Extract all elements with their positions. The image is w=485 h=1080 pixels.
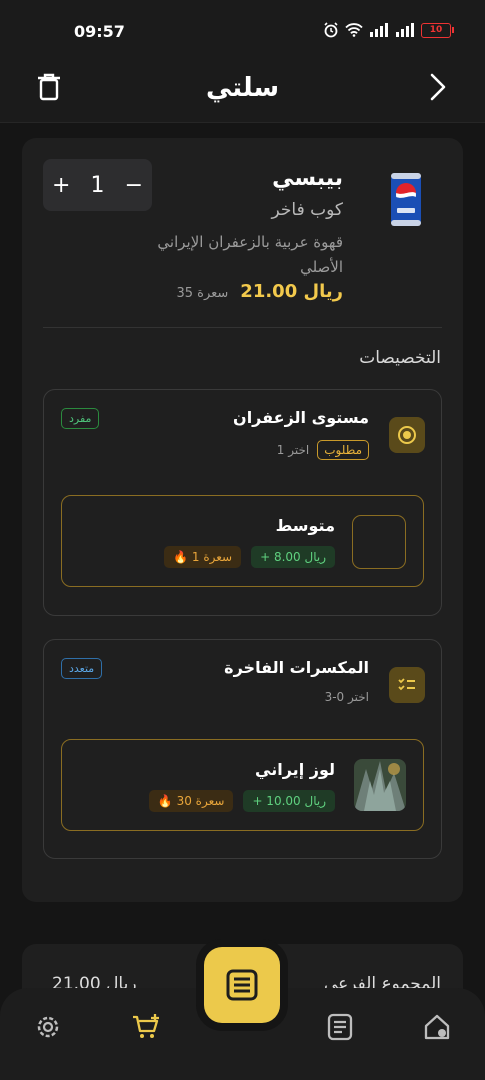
status-time: 09:57: [74, 22, 125, 41]
multi-badge: متعدد: [61, 658, 103, 679]
choose-count: اختر 0-3: [324, 690, 369, 704]
flame-icon: 🔥: [157, 794, 177, 808]
app-header: سلتي: [0, 60, 485, 123]
choose-count: اختر 1: [276, 443, 310, 457]
customizations-title: التخصيصات: [359, 348, 441, 368]
increase-button[interactable]: +: [51, 173, 71, 198]
option-calories: 🔥 30 سعرة: [148, 790, 234, 812]
divider: [43, 327, 442, 328]
cart-plus-icon[interactable]: [131, 1012, 161, 1042]
customization-group-nuts: المكسرات الفاخرة اختر 0-3 متعدد لوز إيرا…: [43, 639, 442, 859]
product-image: [391, 173, 421, 226]
single-badge: مفرد: [61, 408, 100, 429]
menu-icon: [226, 969, 258, 1001]
gear-icon[interactable]: [33, 1012, 63, 1042]
option-calories: 🔥 1 سعرة: [164, 546, 242, 568]
option-chips: + 10.00 ريال 🔥 30 سعرة: [148, 790, 335, 812]
signal-icon-2: [396, 23, 414, 37]
checklist-icon: [389, 667, 425, 703]
group-meta: اختر 0-3: [325, 690, 369, 704]
product-name: بيبسي: [272, 166, 343, 191]
page-title: سلتي: [205, 73, 280, 103]
customization-group-saffron: مستوى الزعفران مطلوب اختر 1 مفرد متوسط +…: [43, 389, 442, 616]
option-select-box[interactable]: [352, 515, 406, 569]
cart-item-card: + 1 − بيبسي كوب فاخر قهوة عربية بالزعفرا…: [22, 138, 463, 902]
option-price: + 10.00 ريال: [243, 790, 335, 812]
alarm-icon: [324, 22, 338, 38]
battery-icon: 10: [421, 22, 454, 38]
quantity-value: 1: [90, 172, 105, 198]
price-row: 21.00 ريال 35 سعرة: [176, 281, 343, 302]
product-subtitle: كوب فاخر: [271, 200, 343, 220]
flame-icon: 🔥: [173, 550, 192, 564]
group-title: المكسرات الفاخرة: [224, 658, 369, 677]
wifi-icon: [345, 23, 363, 37]
option-card-medium[interactable]: متوسط + 8.00 ريال 🔥 1 سعرة: [61, 495, 424, 587]
option-image: [354, 759, 406, 811]
option-name: لوز إيراني: [255, 760, 335, 779]
checklist-icon[interactable]: [325, 1012, 355, 1042]
product-calories: 35 سعرة: [176, 286, 229, 301]
status-bar: 09:57 10: [0, 0, 485, 60]
product-price: 21.00 ريال: [240, 281, 343, 302]
option-card-almond[interactable]: لوز إيراني + 10.00 ريال 🔥 30 سعرة: [61, 739, 424, 831]
menu-fab-button[interactable]: [204, 947, 280, 1023]
status-icons: 10: [323, 22, 454, 38]
chevron-right-icon[interactable]: [429, 72, 447, 102]
home-icon[interactable]: [422, 1012, 452, 1042]
required-badge: مطلوب: [317, 440, 369, 460]
decrease-button[interactable]: −: [124, 173, 144, 198]
quantity-stepper: + 1 −: [43, 159, 152, 211]
product-description: قهوة عربية بالزعفران الإيراني الأصلي: [157, 233, 343, 276]
group-title: مستوى الزعفران: [233, 408, 369, 427]
group-meta: مطلوب اختر 1: [277, 440, 369, 460]
radio-icon: [389, 417, 425, 453]
signal-icon: [370, 23, 388, 37]
option-name: متوسط: [275, 516, 335, 535]
option-chips: + 8.00 ريال 🔥 1 سعرة: [164, 546, 335, 568]
option-price: + 8.00 ريال: [251, 546, 335, 568]
